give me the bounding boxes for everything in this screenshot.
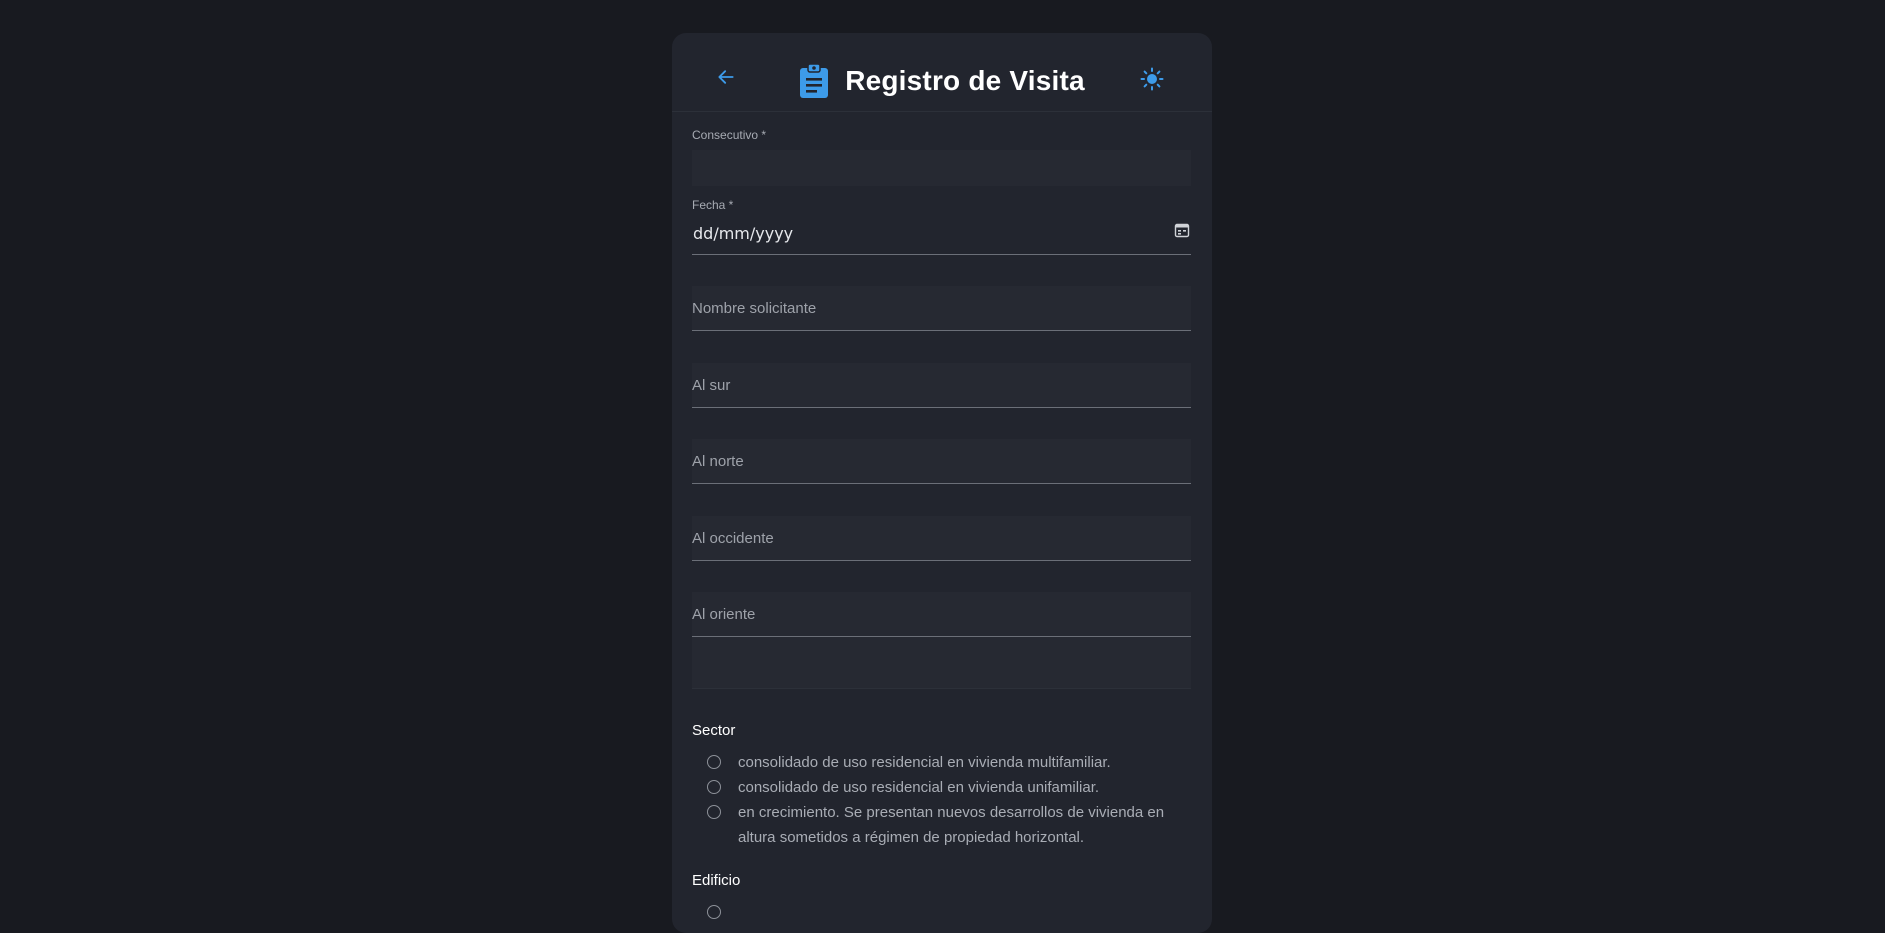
edificio-option[interactable]	[707, 902, 1177, 919]
al-norte-field[interactable]: Al norte	[692, 439, 1191, 484]
clipboard-icon	[800, 64, 829, 98]
radio-button[interactable]	[707, 780, 721, 794]
theme-toggle-button[interactable]	[1140, 67, 1164, 91]
sector-option[interactable]: consolidado de uso residencial en vivien…	[707, 752, 1177, 775]
radio-button[interactable]	[707, 905, 721, 919]
sector-option-label: consolidado de uso residencial en vivien…	[738, 779, 1100, 796]
sun-icon	[1140, 67, 1164, 91]
al-occidente-input[interactable]: Al occidente	[692, 530, 774, 547]
sector-option-label: en crecimiento. Se presentan nuevos desa…	[738, 804, 1165, 846]
radio-button[interactable]	[707, 805, 721, 819]
al-oriente-input[interactable]: Al oriente	[692, 606, 755, 623]
page-title: Registro de Visita	[845, 65, 1085, 96]
sector-option[interactable]: en crecimiento. Se presentan nuevos desa…	[707, 802, 1177, 850]
al-sur-input[interactable]: Al sur	[692, 377, 730, 394]
edificio-title: Edificio	[692, 872, 741, 889]
sector-option[interactable]: consolidado de uso residencial en vivien…	[707, 777, 1177, 800]
nombre-solicitante-field[interactable]: Nombre solicitante	[692, 286, 1191, 331]
fecha-field[interactable]: Fecha * dd/mm/yyyy	[692, 198, 1191, 255]
al-sur-field[interactable]: Al sur	[692, 363, 1191, 408]
consecutivo-input[interactable]	[692, 150, 1191, 186]
fecha-label: Fecha *	[692, 198, 734, 212]
header: Registro de Visita	[672, 33, 1212, 112]
fecha-input-value[interactable]: dd/mm/yyyy	[693, 224, 793, 243]
calendar-icon[interactable]	[1174, 222, 1190, 238]
consecutivo-label: Consecutivo *	[692, 128, 767, 142]
al-occidente-field[interactable]: Al occidente	[692, 516, 1191, 561]
empty-field-area	[692, 637, 1191, 688]
al-oriente-field[interactable]: Al oriente	[692, 592, 1191, 637]
form-card: Registro de Visita Consecutivo * Fecha *…	[672, 33, 1212, 933]
al-norte-input[interactable]: Al norte	[692, 453, 744, 470]
section-divider	[692, 688, 1191, 689]
radio-button[interactable]	[707, 755, 721, 769]
nombre-solicitante-input[interactable]: Nombre solicitante	[692, 300, 816, 317]
consecutivo-field[interactable]: Consecutivo *	[692, 128, 1191, 186]
title-group: Registro de Visita	[672, 63, 1212, 99]
sector-option-label: consolidado de uso residencial en vivien…	[738, 754, 1111, 771]
sector-title: Sector	[692, 722, 736, 739]
